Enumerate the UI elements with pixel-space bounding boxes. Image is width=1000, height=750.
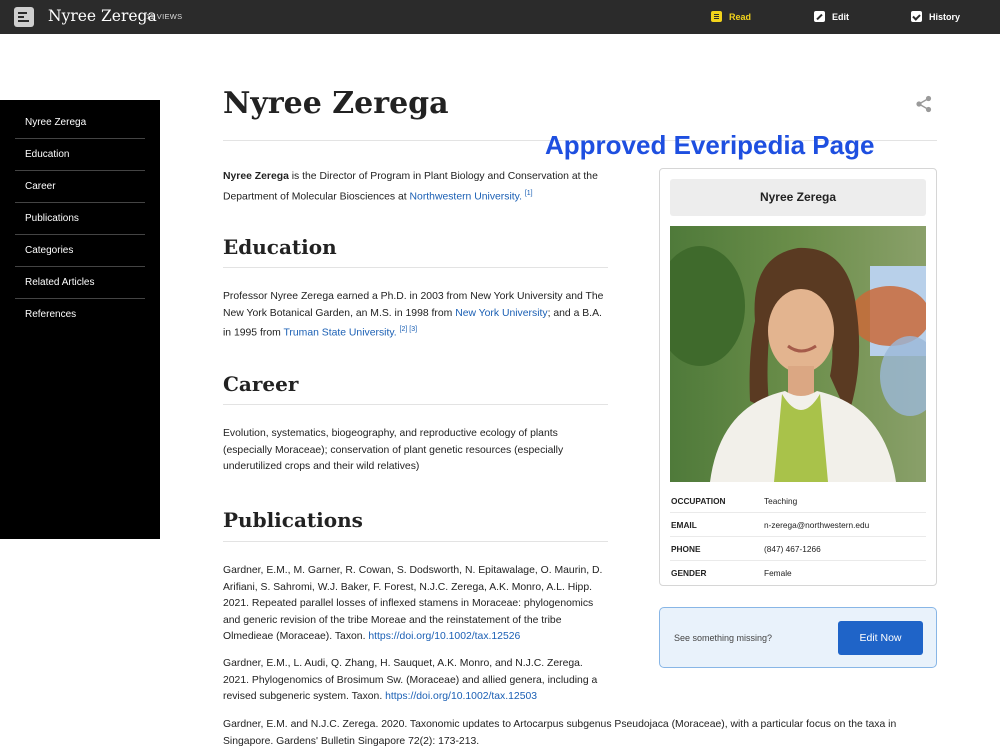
- intro-paragraph: Nyree Zerega is the Director of Program …: [223, 169, 608, 205]
- publication-item: Gardner, E.M., M. Garner, R. Cowan, S. D…: [223, 563, 608, 646]
- share-icon[interactable]: [915, 95, 933, 113]
- publication-text: Gardner, E.M. and N.J.C. Zerega. 2020. T…: [223, 719, 897, 747]
- career-divider: [223, 404, 608, 405]
- publications-divider: [223, 541, 608, 542]
- sidebar: Nyree Zerega Education Career Publicatio…: [0, 100, 160, 539]
- publication-doi-link[interactable]: https://doi.org/10.1002/tax.12526: [368, 631, 520, 642]
- infobox-key: EMAIL: [671, 520, 697, 530]
- intro-ref[interactable]: [1]: [525, 190, 533, 197]
- read-button[interactable]: Read: [711, 11, 751, 22]
- education-heading: Education: [223, 235, 337, 259]
- infobox-row-gender: GENDER Female: [670, 561, 926, 585]
- education-divider: [223, 267, 608, 268]
- sidebar-item-nyree-zerega[interactable]: Nyree Zerega: [15, 107, 145, 139]
- sidebar-item-categories[interactable]: Categories: [15, 235, 145, 267]
- page-title: Nyree Zerega: [223, 86, 449, 121]
- infobox-key: GENDER: [671, 568, 707, 578]
- top-bar: Nyree Zerega 11 VIEWS Read Edit History: [0, 0, 1000, 34]
- infobox-value: Female: [764, 568, 792, 578]
- menu-icon[interactable]: [14, 7, 34, 27]
- publication-item: Gardner, E.M., L. Audi, Q. Zhang, H. Sau…: [223, 656, 608, 706]
- history-icon: [911, 11, 922, 22]
- publications-heading: Publications: [223, 508, 363, 532]
- infobox-key: PHONE: [671, 544, 701, 554]
- career-heading: Career: [223, 372, 299, 396]
- profile-photo[interactable]: [670, 226, 926, 482]
- sidebar-item-career[interactable]: Career: [15, 171, 145, 203]
- missing-box: See something missing? Edit Now: [659, 607, 937, 668]
- read-label: Read: [729, 12, 752, 22]
- education-link-2[interactable]: Truman State University.: [283, 327, 396, 338]
- history-label: History: [929, 12, 961, 22]
- education-link-1[interactable]: New York University: [455, 308, 547, 319]
- edit-label: Edit: [832, 12, 849, 22]
- read-icon: [711, 11, 722, 22]
- infobox-row-email: EMAIL n-zerega@northwestern.edu: [670, 513, 926, 537]
- education-refs[interactable]: [2] [3]: [400, 326, 418, 333]
- profile-photo-image: [670, 226, 926, 482]
- edit-now-button[interactable]: Edit Now: [838, 621, 923, 655]
- edit-icon: [814, 11, 825, 22]
- infobox-row-occupation: OCCUPATION Teaching: [670, 489, 926, 513]
- infobox-key: OCCUPATION: [671, 496, 726, 506]
- education-paragraph: Professor Nyree Zerega earned a Ph.D. in…: [223, 289, 608, 342]
- sidebar-item-related-articles[interactable]: Related Articles: [15, 267, 145, 299]
- header-title[interactable]: Nyree Zerega: [48, 7, 157, 25]
- missing-text: See something missing?: [674, 633, 773, 643]
- career-paragraph: Evolution, systematics, biogeography, an…: [223, 428, 564, 472]
- approved-watermark: Approved Everipedia Page: [545, 130, 875, 160]
- intro-name: Nyree Zerega: [223, 171, 289, 182]
- infobox-value[interactable]: n-zerega@northwestern.edu: [764, 520, 869, 530]
- history-button[interactable]: History: [911, 11, 960, 22]
- infobox-row-phone: PHONE (847) 467-1266: [670, 537, 926, 561]
- infobox-value: (847) 467-1266: [764, 544, 821, 554]
- sidebar-item-publications[interactable]: Publications: [15, 203, 145, 235]
- edit-button[interactable]: Edit: [814, 11, 849, 22]
- sidebar-item-references[interactable]: References: [15, 299, 145, 331]
- intro-link[interactable]: Northwestern University.: [410, 191, 522, 202]
- view-count: 11 VIEWS: [146, 12, 183, 21]
- infobox: Nyree Zerega OCCUPATION Teaching EMAIL n…: [659, 168, 937, 586]
- sidebar-item-education[interactable]: Education: [15, 139, 145, 171]
- infobox-name: Nyree Zerega: [670, 179, 926, 216]
- publication-doi-link[interactable]: https://doi.org/10.1002/tax.12503: [385, 691, 537, 702]
- publication-item: Gardner, E.M. and N.J.C. Zerega. 2020. T…: [223, 717, 923, 750]
- infobox-value: Teaching: [764, 496, 798, 506]
